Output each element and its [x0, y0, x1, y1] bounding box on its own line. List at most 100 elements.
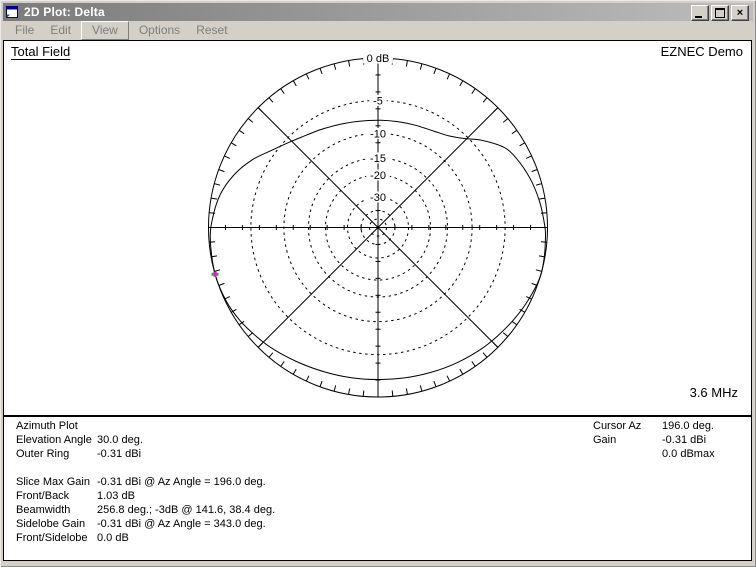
- info-row-label: Slice Max Gain: [12, 475, 97, 489]
- outer-ring-tick: [406, 61, 407, 67]
- outer-ring-tick: [541, 213, 547, 214]
- outer-ring-tick: [512, 321, 517, 324]
- window-title: 2D Plot: Delta: [24, 5, 105, 19]
- frequency-label: 3.6 MHz: [690, 385, 738, 400]
- outer-ring-tick: [269, 98, 273, 103]
- info-row-label: Gain: [589, 433, 662, 447]
- cursor-marker: [214, 272, 217, 277]
- info-row-value: 256.8 deg.; -3dB @ 141.6, 38.4 deg.: [97, 503, 275, 517]
- minimize-button[interactable]: [691, 5, 709, 21]
- polar-plot-area[interactable]: 0 dB-5-10-15-20-30 Total Field EZNEC Dem…: [4, 41, 751, 415]
- outer-ring-tick: [281, 361, 284, 366]
- outer-ring-tick: [320, 381, 322, 387]
- brand-label: EZNEC Demo: [661, 44, 743, 59]
- info-row: Beamwidth256.8 deg.; -3dB @ 141.6, 38.4 …: [12, 503, 275, 517]
- outer-ring-tick: [494, 343, 498, 347]
- menu-item-edit[interactable]: Edit: [42, 21, 79, 40]
- outer-ring-tick: [460, 81, 463, 86]
- outer-ring-tick: [293, 369, 296, 374]
- outer-ring-tick: [541, 242, 547, 243]
- outer-ring-tick: [349, 389, 350, 395]
- field-type-label: Total Field: [11, 44, 70, 59]
- info-right-column: Cursor Az196.0 deg.Gain-0.31 dBi 0.0 dBm…: [589, 419, 715, 461]
- info-row-label: [589, 447, 662, 461]
- outer-ring-tick: [258, 343, 262, 347]
- outer-ring-tick: [211, 198, 217, 199]
- outer-ring-tick: [269, 353, 273, 358]
- info-row-label: Front/Sidelobe: [12, 531, 97, 545]
- menu-item-view[interactable]: View: [81, 21, 129, 40]
- outer-ring-tick: [334, 385, 336, 391]
- outer-ring-tick: [472, 361, 475, 366]
- info-row-value: -0.31 dBi: [97, 447, 141, 461]
- minimize-icon: [695, 16, 702, 18]
- info-row-label: Front/Back: [12, 489, 97, 503]
- outer-ring-tick: [258, 108, 262, 112]
- outer-ring-tick: [494, 108, 498, 112]
- application-window: 2D Plot: Delta × FileEditViewOptionsRese…: [0, 0, 756, 567]
- info-row: Outer Ring-0.31 dBi: [12, 447, 275, 461]
- outer-ring-tick: [334, 64, 336, 70]
- outer-ring-tick: [503, 333, 508, 337]
- ring-label: -10: [370, 128, 386, 140]
- outer-ring-tick: [526, 156, 531, 159]
- maximize-button[interactable]: [711, 5, 729, 21]
- menu-item-file[interactable]: File: [7, 21, 42, 40]
- info-row-value: -0.31 dBi: [662, 433, 706, 447]
- outer-ring-tick: [231, 143, 236, 146]
- info-row: [12, 461, 275, 475]
- app-icon: [6, 6, 19, 19]
- title-bar[interactable]: 2D Plot: Delta ×: [3, 3, 753, 21]
- outer-ring-tick: [219, 170, 225, 172]
- outer-ring-tick: [406, 389, 407, 395]
- outer-ring-tick: [349, 61, 350, 67]
- polar-plot[interactable]: 0 dB-5-10-15-20-30: [4, 41, 751, 415]
- outer-ring-tick: [219, 283, 225, 285]
- ring-label: -5: [373, 95, 383, 107]
- info-row-label: Azimuth Plot: [12, 419, 97, 433]
- outer-ring-tick: [239, 130, 244, 133]
- info-row-label: Beamwidth: [12, 503, 97, 517]
- info-row-label: Outer Ring: [12, 447, 97, 461]
- menu-item-reset[interactable]: Reset: [188, 21, 235, 40]
- outer-ring-tick: [539, 198, 545, 199]
- outer-ring-tick: [512, 130, 517, 133]
- outer-ring-tick: [447, 376, 450, 381]
- outer-ring-tick: [214, 270, 220, 272]
- info-row: Slice Max Gain-0.31 dBi @ Az Angle = 196…: [12, 475, 275, 489]
- client-area: 0 dB-5-10-15-20-30 Total Field EZNEC Dem…: [3, 40, 752, 561]
- outer-ring-tick: [447, 74, 450, 79]
- info-row-value: 1.03 dB: [97, 489, 135, 503]
- outer-ring-tick: [293, 81, 296, 86]
- info-panel: Azimuth PlotElevation Angle30.0 deg.Oute…: [4, 417, 751, 560]
- maximize-icon: [715, 8, 725, 18]
- outer-ring-tick: [536, 270, 542, 272]
- outer-ring-tick: [281, 89, 284, 94]
- outer-ring-tick: [536, 184, 542, 186]
- info-row-value: 196.0 deg.: [662, 419, 714, 433]
- close-button[interactable]: ×: [731, 5, 749, 21]
- info-row: Front/Sidelobe0.0 dB: [12, 531, 275, 545]
- info-row: Elevation Angle30.0 deg.: [12, 433, 275, 447]
- outer-ring-tick: [306, 376, 309, 381]
- info-left-column: Azimuth PlotElevation Angle30.0 deg.Oute…: [12, 419, 275, 545]
- outer-ring-tick: [483, 98, 487, 103]
- ring-label: -15: [370, 153, 386, 165]
- outer-ring-tick: [214, 184, 220, 186]
- outer-ring-tick: [224, 156, 229, 159]
- outer-ring-tick: [420, 64, 422, 70]
- outer-ring-tick: [532, 170, 538, 172]
- outer-ring-tick: [434, 381, 436, 387]
- window-controls: ×: [691, 5, 749, 21]
- menu-item-options[interactable]: Options: [131, 21, 188, 40]
- outer-ring-tick: [434, 68, 436, 74]
- outer-ring-tick: [503, 119, 508, 123]
- info-row: 0.0 dBmax: [589, 447, 715, 461]
- info-row-label: Cursor Az: [589, 419, 662, 433]
- menu-bar: FileEditViewOptionsReset: [3, 21, 753, 40]
- outer-ring-tick: [472, 89, 475, 94]
- outer-ring-tick: [392, 390, 393, 396]
- outer-ring-tick: [320, 68, 322, 74]
- info-row: Cursor Az196.0 deg.: [589, 419, 715, 433]
- outer-ring-tick: [306, 74, 309, 79]
